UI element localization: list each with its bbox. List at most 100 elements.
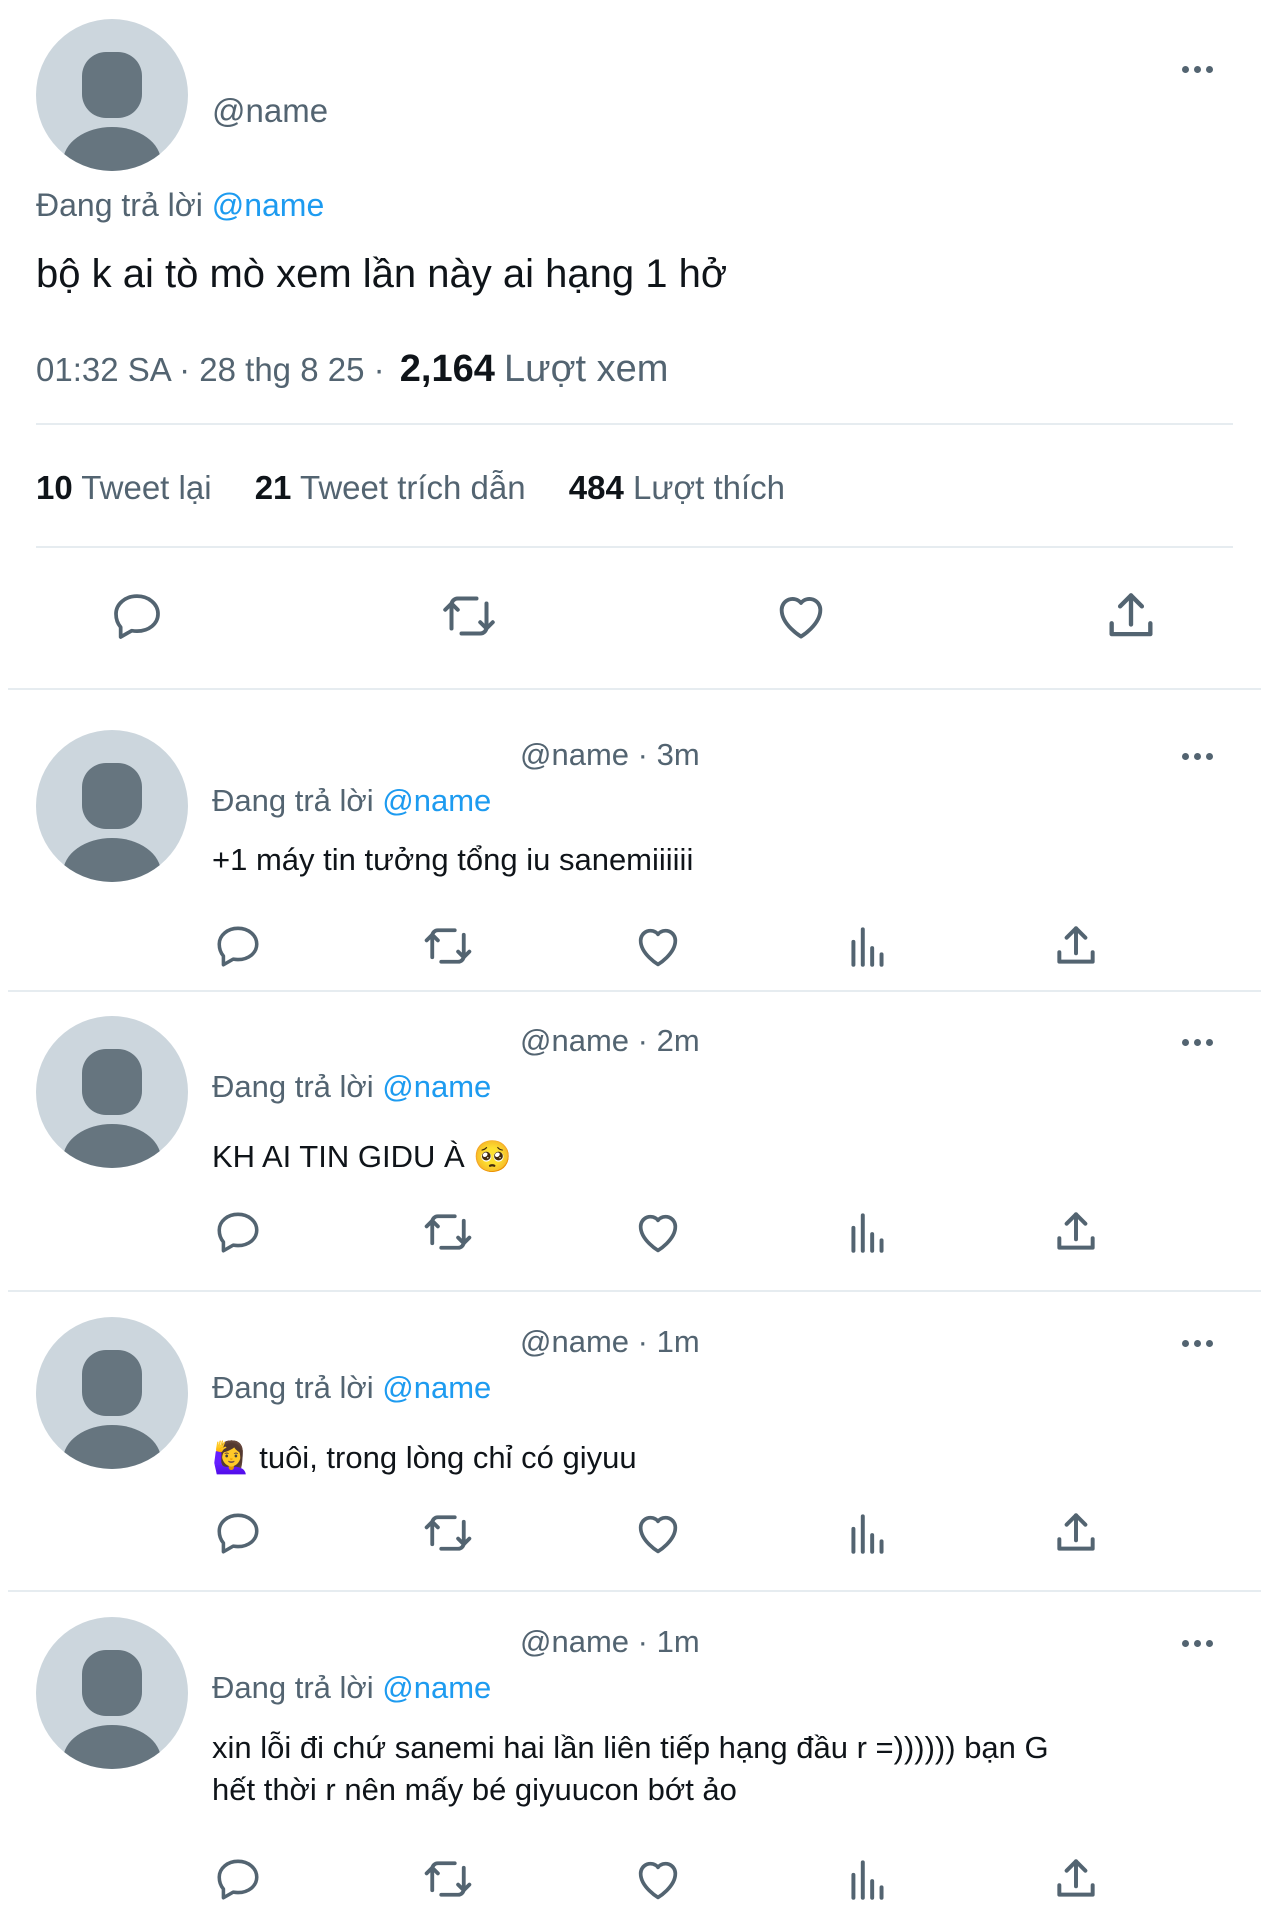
reply-icon [217, 926, 259, 967]
share-icon [1057, 926, 1095, 964]
avatar[interactable] [36, 1617, 188, 1769]
reply-button[interactable] [208, 918, 268, 974]
like-button[interactable] [628, 1204, 688, 1260]
tweet-stats: 10 Tweet lại 21 Tweet trích dẫn 484 Lượt… [36, 469, 785, 507]
like-button[interactable] [768, 586, 834, 646]
avatar-head-shape [82, 1049, 142, 1115]
replying-prefix: Đang trả lời [36, 187, 203, 223]
more-options-icon[interactable] [1182, 753, 1213, 760]
retweet-icon [424, 1861, 472, 1897]
reply-text: 🙋‍♀️ tuôi, trong lòng chỉ có giyuu [212, 1440, 637, 1475]
reply-button[interactable] [208, 1505, 268, 1561]
avatar-shoulders-shape [63, 1124, 161, 1168]
quotes-stat[interactable]: 21 Tweet trích dẫn [255, 469, 526, 506]
avatar[interactable] [36, 1317, 188, 1469]
avatar[interactable] [36, 730, 188, 882]
avatar[interactable] [36, 1016, 188, 1168]
tweet-text: bộ k ai tò mò xem lần này ai hạng 1 hở [36, 252, 728, 296]
retweet-button[interactable] [418, 1851, 478, 1907]
reply-handle[interactable]: @name [520, 1624, 629, 1659]
replying-prefix: Đang trả lời [212, 1370, 374, 1405]
retweets-stat[interactable]: 10 Tweet lại [36, 469, 212, 506]
replying-prefix: Đang trả lời [212, 783, 374, 818]
reply-text: +1 máy tin tưởng tổng iu sanemiiiiii [212, 842, 694, 877]
reply-button[interactable] [208, 1851, 268, 1907]
more-options-icon[interactable] [1182, 1340, 1213, 1347]
avatar-shoulders-shape [63, 838, 161, 882]
likes-stat[interactable]: 484 Lượt thích [569, 469, 785, 506]
reply-time[interactable]: · 1m [638, 1324, 700, 1359]
retweet-button[interactable] [418, 918, 478, 974]
like-button[interactable] [628, 1505, 688, 1561]
avatar-head-shape [82, 1350, 142, 1416]
reply-handle[interactable]: @name [520, 1324, 629, 1359]
avatar-head-shape [82, 1650, 142, 1716]
tweet-handle[interactable]: @name [212, 92, 328, 130]
replying-to-line: Đang trả lời @name [212, 783, 491, 819]
more-options-icon[interactable] [1182, 66, 1213, 73]
replying-to-link[interactable]: @name [382, 1069, 491, 1104]
views-button[interactable] [838, 918, 898, 974]
views-count: 2,164 [399, 348, 495, 390]
share-button[interactable] [1046, 1851, 1106, 1907]
share-icon [1057, 1513, 1095, 1551]
views-button[interactable] [838, 1505, 898, 1561]
reply-header: @name · 3m [520, 737, 700, 773]
tweet-meta: 01:32 SA · 28 thg 8 25 · 2,164 Lượt xem [36, 348, 668, 391]
heart-icon [638, 1214, 678, 1253]
avatar-shoulders-shape [63, 1725, 161, 1769]
likes-label: Lượt thích [633, 469, 785, 506]
section-divider [8, 1590, 1261, 1592]
replying-to-link[interactable]: @name [382, 1370, 491, 1405]
replying-prefix: Đang trả lời [212, 1670, 374, 1705]
avatar[interactable] [36, 19, 188, 171]
replying-to-link[interactable]: @name [212, 187, 325, 223]
share-button[interactable] [1046, 1505, 1106, 1561]
replying-to-line: Đang trả lời @name [212, 1069, 491, 1105]
reply-button[interactable] [104, 586, 170, 646]
reply-icon [217, 1513, 259, 1554]
retweet-button[interactable] [418, 1204, 478, 1260]
share-button[interactable] [1046, 1204, 1106, 1260]
retweet-button[interactable] [418, 1505, 478, 1561]
retweet-icon [424, 1214, 472, 1250]
reply-text-line-1: xin lỗi đi chứ sanemi hai lần liên tiếp … [212, 1730, 1049, 1765]
reply-button[interactable] [208, 1204, 268, 1260]
reply-time[interactable]: · 3m [638, 737, 700, 772]
retweet-icon [424, 928, 472, 964]
views-button[interactable] [838, 1851, 898, 1907]
share-button[interactable] [1046, 918, 1106, 974]
replying-to-line: Đang trả lời @name [36, 187, 324, 224]
replying-to-link[interactable]: @name [382, 1670, 491, 1705]
reply-handle[interactable]: @name [520, 1023, 629, 1058]
retweets-count: 10 [36, 469, 73, 506]
quotes-count: 21 [254, 469, 292, 506]
like-button[interactable] [628, 918, 688, 974]
like-button[interactable] [628, 1851, 688, 1907]
tweet-time[interactable]: 01:32 SA · 28 thg 8 25 · [36, 351, 385, 388]
share-button[interactable] [1098, 586, 1164, 646]
replying-to-link[interactable]: @name [382, 783, 491, 818]
more-options-icon[interactable] [1182, 1039, 1213, 1046]
reply-icon [217, 1859, 259, 1900]
likes-count: 484 [568, 469, 624, 506]
section-divider [8, 688, 1261, 690]
retweet-icon [443, 596, 495, 636]
section-divider [8, 990, 1261, 992]
section-divider [8, 1290, 1261, 1292]
more-options-icon[interactable] [1182, 1640, 1213, 1647]
reply-time[interactable]: · 1m [638, 1624, 700, 1659]
quotes-label: Tweet trích dẫn [300, 469, 526, 506]
avatar-head-shape [82, 52, 142, 118]
retweet-button[interactable] [436, 586, 502, 646]
reply-header: @name · 1m [520, 1624, 700, 1660]
divider [36, 546, 1233, 548]
avatar-shoulders-shape [63, 127, 161, 171]
reply-icon [217, 1212, 259, 1253]
reply-handle[interactable]: @name [520, 737, 629, 772]
views-button[interactable] [838, 1204, 898, 1260]
views-chart-icon [851, 927, 884, 967]
reply-time[interactable]: · 2m [638, 1023, 700, 1058]
share-icon [1057, 1859, 1095, 1897]
heart-icon [638, 1515, 678, 1554]
